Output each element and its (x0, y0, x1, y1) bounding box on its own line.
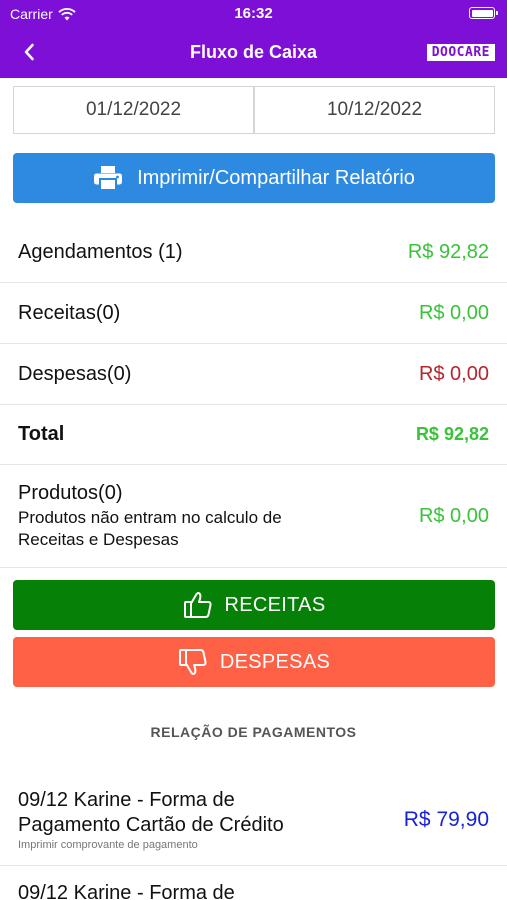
summary-receitas: Receitas(0) R$ 0,00 (0, 283, 507, 344)
receitas-button[interactable]: RECEITAS (13, 580, 495, 630)
start-date-field[interactable]: 01/12/2022 (14, 87, 253, 133)
app-header: Carrier 16:32 Fluxo de Caixa DOOCARE (0, 0, 507, 78)
print-share-report-button[interactable]: Imprimir/Compartilhar Relatório (13, 153, 495, 203)
payment-value: R$ 79,90 (403, 807, 489, 831)
print-receipt-link[interactable]: Imprimir comprovante de pagamento (18, 839, 338, 851)
total-value: R$ 92,82 (415, 424, 489, 444)
status-bar: Carrier 16:32 (0, 0, 507, 28)
end-date-field[interactable]: 10/12/2022 (253, 87, 494, 133)
navigation-bar: Fluxo de Caixa DOOCARE (0, 30, 507, 74)
payment-text: 09/12 Karine - Forma de Pagamento Cartão… (18, 788, 338, 851)
print-share-report-label: Imprimir/Compartilhar Relatório (137, 166, 415, 189)
total-label: Total (18, 423, 65, 445)
despesas-button-label: DESPESAS (219, 650, 331, 673)
agendamentos-label: Agendamentos (1) (18, 240, 183, 263)
summary-total: Total R$ 92,82 (0, 405, 507, 465)
summary-produtos: Produtos(0) Produtos não entram no calcu… (0, 465, 507, 568)
payment-item[interactable]: 09/12 Karine - Forma de (0, 866, 507, 900)
agendamentos-value: R$ 92,82 (407, 240, 489, 263)
brand-logo: DOOCARE (426, 44, 495, 61)
payment-description: 09/12 Karine - Forma de Pagamento Cartão… (18, 789, 284, 836)
despesas-button[interactable]: DESPESAS (13, 637, 495, 687)
summary-agendamentos: Agendamentos (1) R$ 92,82 (0, 222, 507, 283)
receitas-label: Receitas(0) (18, 301, 121, 324)
payment-description: 09/12 Karine - Forma de (18, 882, 235, 900)
printer-icon (94, 166, 123, 191)
receitas-value: R$ 0,00 (418, 301, 489, 324)
despesas-value: R$ 0,00 (418, 362, 489, 385)
produtos-label: Produtos(0) (18, 481, 123, 504)
produtos-value: R$ 0,00 (418, 504, 489, 527)
summary-despesas: Despesas(0) R$ 0,00 (0, 344, 507, 405)
payment-item[interactable]: 09/12 Karine - Forma de Pagamento Cartão… (0, 774, 507, 866)
clock: 16:32 (234, 5, 273, 22)
produtos-note: Produtos não entram no calculo de Receit… (18, 507, 282, 549)
produtos-text: Produtos(0) Produtos não entram no calcu… (18, 482, 328, 551)
receitas-button-label: RECEITAS (224, 593, 326, 616)
payment-text: 09/12 Karine - Forma de (18, 881, 338, 900)
payments-section-title: RELAÇÃO DE PAGAMENTOS (150, 724, 357, 740)
date-range: 01/12/2022 10/12/2022 (13, 86, 495, 134)
thumbs-up-icon (183, 592, 212, 618)
despesas-label: Despesas(0) (18, 362, 132, 385)
thumbs-down-icon (178, 649, 207, 675)
battery-icon (469, 7, 498, 19)
